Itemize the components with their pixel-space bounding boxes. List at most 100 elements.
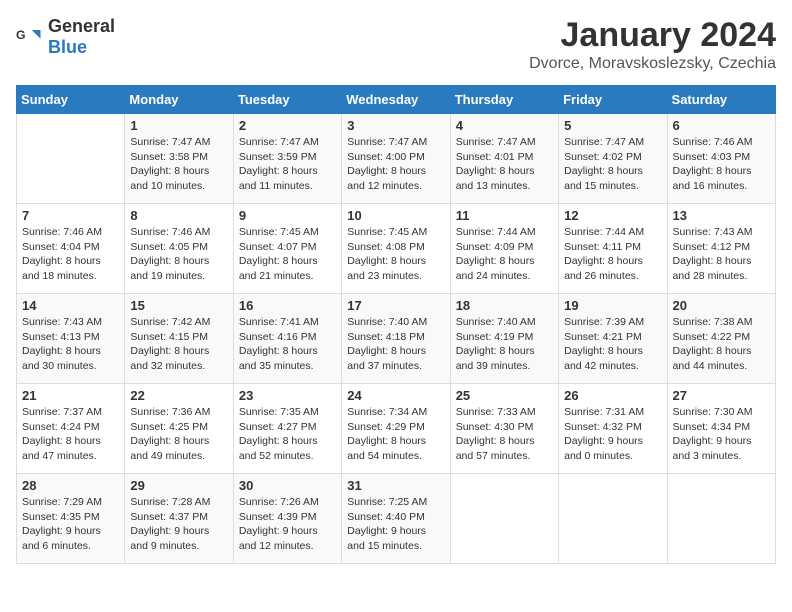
day-number: 15 [130,298,227,313]
day-cell [450,474,558,564]
day-number: 30 [239,478,336,493]
day-number: 27 [673,388,770,403]
day-cell: 14 Sunrise: 7:43 AM Sunset: 4:13 PM Dayli… [17,294,125,384]
calendar-title: January 2024 [529,16,776,55]
day-info: Sunrise: 7:30 AM Sunset: 4:34 PM Dayligh… [673,405,770,464]
day-cell: 9 Sunrise: 7:45 AM Sunset: 4:07 PM Daylig… [233,204,341,294]
week-row-5: 28 Sunrise: 7:29 AM Sunset: 4:35 PM Dayli… [17,474,776,564]
header: G General Blue January 2024 Dvorce, Mora… [16,16,776,73]
day-cell [667,474,775,564]
day-cell: 25 Sunrise: 7:33 AM Sunset: 4:30 PM Dayli… [450,384,558,474]
day-info: Sunrise: 7:31 AM Sunset: 4:32 PM Dayligh… [564,405,661,464]
day-number: 4 [456,118,553,133]
day-cell: 11 Sunrise: 7:44 AM Sunset: 4:09 PM Dayli… [450,204,558,294]
day-number: 2 [239,118,336,133]
day-cell: 12 Sunrise: 7:44 AM Sunset: 4:11 PM Dayli… [559,204,667,294]
logo-icon: G [16,23,44,51]
day-cell: 15 Sunrise: 7:42 AM Sunset: 4:15 PM Dayli… [125,294,233,384]
day-info: Sunrise: 7:43 AM Sunset: 4:12 PM Dayligh… [673,225,770,284]
day-number: 12 [564,208,661,223]
day-cell: 27 Sunrise: 7:30 AM Sunset: 4:34 PM Dayli… [667,384,775,474]
day-cell: 16Sunrise: 7:41 AM Sunset: 4:16 PM Dayli… [233,294,341,384]
day-number: 25 [456,388,553,403]
day-info: Sunrise: 7:47 AM Sunset: 3:58 PM Dayligh… [130,135,227,194]
day-info: Sunrise: 7:34 AM Sunset: 4:29 PM Dayligh… [347,405,444,464]
day-cell: 22Sunrise: 7:36 AM Sunset: 4:25 PM Dayli… [125,384,233,474]
day-info: Sunrise: 7:42 AM Sunset: 4:15 PM Dayligh… [130,315,227,374]
title-block: January 2024 Dvorce, Moravskoslezsky, Cz… [529,16,776,73]
day-info: Sunrise: 7:28 AM Sunset: 4:37 PM Dayligh… [130,495,227,554]
day-info: Sunrise: 7:40 AM Sunset: 4:19 PM Dayligh… [456,315,553,374]
day-info: Sunrise: 7:46 AM Sunset: 4:03 PM Dayligh… [673,135,770,194]
day-cell: 13 Sunrise: 7:43 AM Sunset: 4:12 PM Dayli… [667,204,775,294]
day-info: Sunrise: 7:38 AM Sunset: 4:22 PM Dayligh… [673,315,770,374]
day-info: Sunrise: 7:29 AM Sunset: 4:35 PM Dayligh… [22,495,119,554]
week-row-3: 14 Sunrise: 7:43 AM Sunset: 4:13 PM Dayli… [17,294,776,384]
day-info: Sunrise: 7:43 AM Sunset: 4:13 PM Dayligh… [22,315,119,374]
day-info: Sunrise: 7:45 AM Sunset: 4:07 PM Dayligh… [239,225,336,284]
day-info: Sunrise: 7:44 AM Sunset: 4:11 PM Dayligh… [564,225,661,284]
calendar-header-row: SundayMondayTuesdayWednesdayThursdayFrid… [17,86,776,114]
day-number: 9 [239,208,336,223]
day-cell: 7 Sunrise: 7:46 AM Sunset: 4:04 PM Daylig… [17,204,125,294]
header-saturday: Saturday [667,86,775,114]
day-info: Sunrise: 7:33 AM Sunset: 4:30 PM Dayligh… [456,405,553,464]
day-cell: 23 Sunrise: 7:35 AM Sunset: 4:27 PM Dayli… [233,384,341,474]
header-wednesday: Wednesday [342,86,450,114]
day-cell: 6 Sunrise: 7:46 AM Sunset: 4:03 PM Daylig… [667,114,775,204]
day-info: Sunrise: 7:35 AM Sunset: 4:27 PM Dayligh… [239,405,336,464]
day-info: Sunrise: 7:45 AM Sunset: 4:08 PM Dayligh… [347,225,444,284]
day-cell: 28 Sunrise: 7:29 AM Sunset: 4:35 PM Dayli… [17,474,125,564]
day-cell: 31 Sunrise: 7:25 AM Sunset: 4:40 PM Dayli… [342,474,450,564]
day-info: Sunrise: 7:47 AM Sunset: 4:01 PM Dayligh… [456,135,553,194]
header-sunday: Sunday [17,86,125,114]
day-cell: 10 Sunrise: 7:45 AM Sunset: 4:08 PM Dayli… [342,204,450,294]
day-number: 13 [673,208,770,223]
day-info: Sunrise: 7:47 AM Sunset: 3:59 PM Dayligh… [239,135,336,194]
day-info: Sunrise: 7:40 AM Sunset: 4:18 PM Dayligh… [347,315,444,374]
header-monday: Monday [125,86,233,114]
day-cell: 30Sunrise: 7:26 AM Sunset: 4:39 PM Dayli… [233,474,341,564]
day-info: Sunrise: 7:39 AM Sunset: 4:21 PM Dayligh… [564,315,661,374]
week-row-4: 21Sunrise: 7:37 AM Sunset: 4:24 PM Dayli… [17,384,776,474]
day-cell [559,474,667,564]
day-info: Sunrise: 7:44 AM Sunset: 4:09 PM Dayligh… [456,225,553,284]
day-cell [17,114,125,204]
day-cell: 3 Sunrise: 7:47 AM Sunset: 4:00 PM Daylig… [342,114,450,204]
day-number: 5 [564,118,661,133]
day-cell: 19 Sunrise: 7:39 AM Sunset: 4:21 PM Dayli… [559,294,667,384]
day-info: Sunrise: 7:25 AM Sunset: 4:40 PM Dayligh… [347,495,444,554]
day-number: 26 [564,388,661,403]
logo-blue: Blue [48,37,87,57]
day-number: 24 [347,388,444,403]
day-number: 17 [347,298,444,313]
logo-general: General [48,16,115,36]
day-number: 19 [564,298,661,313]
day-number: 3 [347,118,444,133]
day-cell: 18 Sunrise: 7:40 AM Sunset: 4:19 PM Dayli… [450,294,558,384]
day-number: 28 [22,478,119,493]
day-cell: 29Sunrise: 7:28 AM Sunset: 4:37 PM Dayli… [125,474,233,564]
calendar-table: SundayMondayTuesdayWednesdayThursdayFrid… [16,85,776,564]
day-cell: 17 Sunrise: 7:40 AM Sunset: 4:18 PM Dayli… [342,294,450,384]
day-number: 11 [456,208,553,223]
day-info: Sunrise: 7:46 AM Sunset: 4:04 PM Dayligh… [22,225,119,284]
day-info: Sunrise: 7:37 AM Sunset: 4:24 PM Dayligh… [22,405,119,464]
day-number: 22 [130,388,227,403]
day-number: 20 [673,298,770,313]
header-thursday: Thursday [450,86,558,114]
day-cell: 26 Sunrise: 7:31 AM Sunset: 4:32 PM Dayli… [559,384,667,474]
svg-text:G: G [16,28,26,42]
day-number: 14 [22,298,119,313]
day-number: 23 [239,388,336,403]
day-number: 16 [239,298,336,313]
day-number: 10 [347,208,444,223]
day-number: 7 [22,208,119,223]
header-tuesday: Tuesday [233,86,341,114]
day-info: Sunrise: 7:47 AM Sunset: 4:00 PM Dayligh… [347,135,444,194]
header-friday: Friday [559,86,667,114]
day-number: 18 [456,298,553,313]
day-number: 31 [347,478,444,493]
day-number: 6 [673,118,770,133]
day-cell: 24 Sunrise: 7:34 AM Sunset: 4:29 PM Dayli… [342,384,450,474]
